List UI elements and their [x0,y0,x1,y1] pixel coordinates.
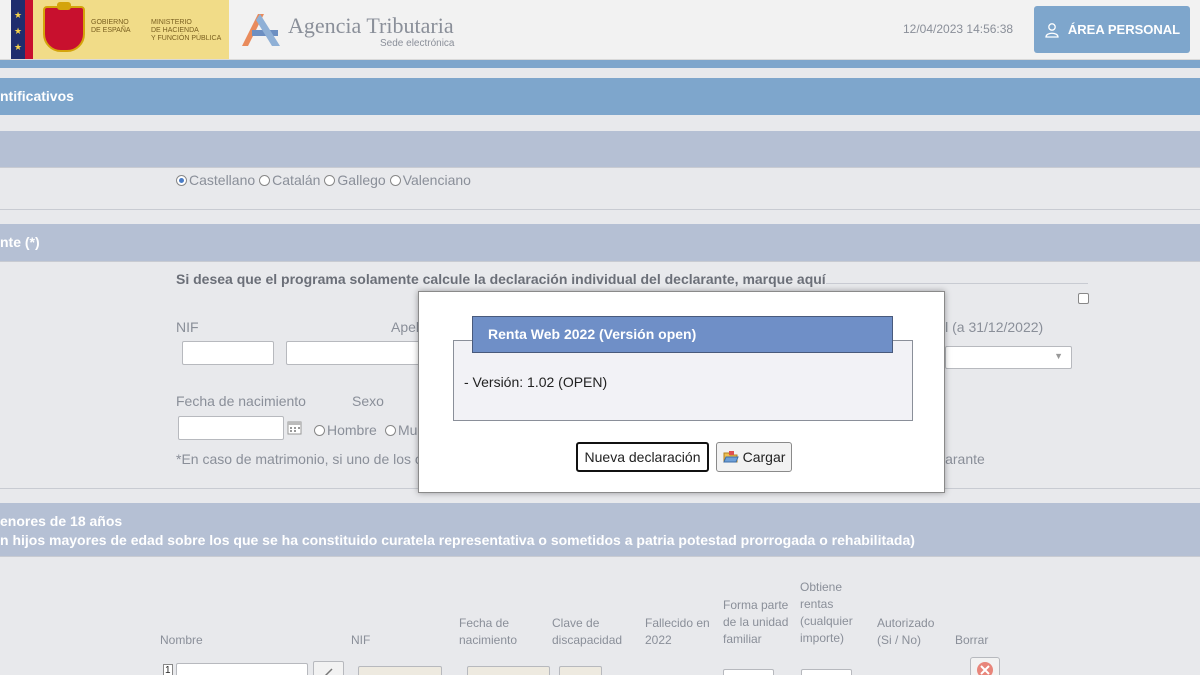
fecha-nacimiento-input[interactable] [178,416,284,440]
gov-text: GOBIERNO DE ESPAÑA [91,19,131,34]
hijo-nif-input[interactable] [358,666,442,675]
section-hijos: enores de 18 años n hijos mayores de eda… [0,503,1200,556]
agencia-tributaria-logo-icon [242,14,280,46]
nueva-declaracion-label: Nueva declaración [584,449,701,465]
hijo-unidad-select[interactable] [723,669,774,675]
matrimonio-note-tail: larante [942,451,985,467]
col-fecha: Fecha de nacimiento [459,616,518,647]
section-declarante-title: nte (*) [0,234,40,250]
language-selector: Castellano Catalán Gallego Valenciano [176,172,471,188]
chevron-down-icon: ▼ [1054,351,1063,361]
nif-input[interactable] [182,341,274,365]
section-hijos-subtitle: n hijos mayores de edad sobre los que se… [0,532,915,548]
sexo-label: Sexo [352,393,384,409]
pencil-icon [324,668,333,675]
estado-civil-select[interactable]: ▼ [945,346,1072,369]
apellidos-input[interactable] [286,341,426,365]
agency-title[interactable]: Agencia Tributaria [288,13,454,39]
section-declarante: nte (*) [0,224,1200,261]
sexo-hombre-option[interactable]: Hombre [314,422,377,438]
col-nif: NIF [351,633,371,647]
sexo-mujer-option[interactable]: Mu [385,422,417,438]
ministry-text: MINISTERIO DE HACIENDA Y FUNCIÓN PÚBLICA [151,19,222,42]
cargar-button[interactable]: Cargar [716,442,792,472]
eu-flag-icon: ★ ★ ★ [11,0,33,59]
divider [826,283,1088,284]
col-fallecido: Fallecido en 2022 [645,616,710,647]
header-divider [0,60,1200,68]
nueva-declaracion-button[interactable]: Nueva declaración [576,442,709,472]
language-option-castellano[interactable]: Castellano [176,172,255,188]
hijo-nombre-input[interactable] [176,663,308,675]
section-identificativos: ntificativos [0,78,1200,115]
col-autorizado: Autorizado (Si / No) [877,616,935,647]
hijo-fecha-input[interactable] [467,666,550,675]
version-text: - Versión: 1.02 (OPEN) [464,374,608,390]
site-header: ★ ★ ★ GOBIERNO DE ESPAÑA MINISTERIO DE H… [0,0,1200,60]
user-icon [1045,22,1059,38]
col-discapacidad: Clave de discapacidad [552,616,623,647]
dialog-title: Renta Web 2022 (Versión open) [472,316,893,353]
nif-label: NIF [176,319,199,335]
gobierno-logo[interactable]: ★ ★ ★ GOBIERNO DE ESPAÑA MINISTERIO DE H… [11,0,229,59]
hijo-rentas-select[interactable] [801,669,852,675]
individual-declaration-checkbox[interactable] [1078,293,1089,304]
col-nombre: Nombre [160,633,203,647]
col-borrar: Borrar [955,633,989,647]
col-unidad-familiar: Forma parte de la unidad familiar [723,598,789,646]
language-option-catalan[interactable]: Catalán [259,172,320,188]
language-option-valenciano[interactable]: Valenciano [389,172,471,188]
cargar-label: Cargar [742,449,786,465]
section-hijos-title: enores de 18 años [0,513,123,529]
language-option-gallego[interactable]: Gallego [324,172,386,188]
individual-declaration-text: Si desea que el programa solamente calcu… [176,271,826,287]
coat-of-arms-icon [43,2,85,52]
edit-name-button[interactable] [313,661,344,675]
apellidos-label: Apel [391,319,420,335]
delete-icon [977,662,993,675]
area-personal-label: ÁREA PERSONAL [1067,22,1181,37]
section-idioma-header [0,131,1200,167]
matrimonio-note: *En caso de matrimonio, si uno de los c [176,451,422,467]
borrar-button[interactable] [970,657,1000,675]
version-dialog: Renta Web 2022 (Versión open) - Versión:… [418,291,945,493]
row-number: 1 [163,664,173,675]
estado-civil-label: il (a 31/12/2022) [942,319,1044,335]
section-identificativos-title: ntificativos [0,88,74,104]
calendar-icon[interactable] [287,420,302,435]
timestamp: 12/04/2023 14:56:38 [903,22,1014,36]
agency-subtitle: Sede electrónica [380,38,455,49]
fecha-nacimiento-label: Fecha de nacimiento [176,393,306,409]
hijo-discapacidad-select[interactable] [559,666,602,675]
col-rentas: Obtiene rentas (cualquier importe) [800,580,853,645]
area-personal-button[interactable]: ÁREA PERSONAL [1034,6,1190,53]
folder-open-icon [722,451,739,463]
